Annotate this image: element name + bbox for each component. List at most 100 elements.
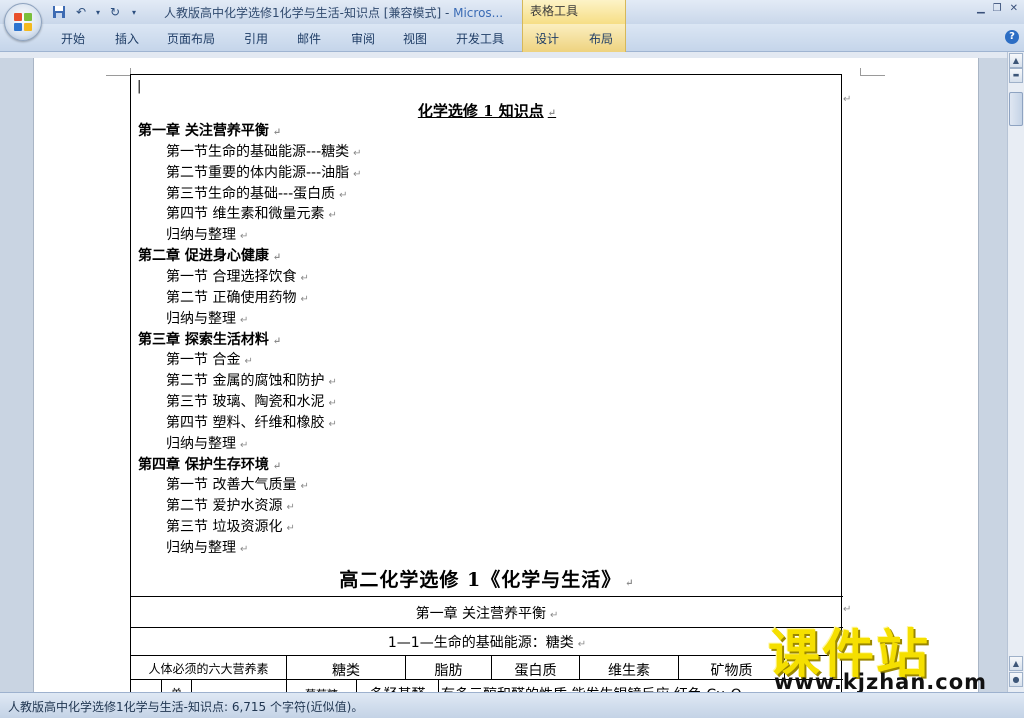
toc-text: 第一章 关注营养平衡 bbox=[138, 123, 269, 139]
kjzhan-watermark: 课件站 www.kjzhan.com bbox=[768, 612, 1008, 694]
save-icon[interactable] bbox=[50, 3, 68, 21]
table-tools-label: 表格工具 bbox=[522, 0, 626, 24]
paragraph-mark: ↵ bbox=[328, 418, 337, 430]
margin-corner-mark bbox=[106, 68, 131, 76]
toc-text: 归纳与整理 bbox=[166, 227, 236, 244]
watermark-url-text: www.kjzhan.com bbox=[774, 670, 988, 694]
toc-text: 第四节 塑料、纤维和橡胶 bbox=[166, 414, 325, 431]
tab-mailings[interactable]: 邮件 bbox=[297, 30, 321, 47]
ribbon-tab-bar: 开始 插入 页面布局 引用 邮件 审阅 视图 开发工具 设计 布局 ? bbox=[0, 24, 1024, 52]
split-icon[interactable]: ▬ bbox=[1009, 68, 1023, 83]
scrollbar-thumb[interactable] bbox=[1009, 92, 1023, 126]
toc-section: 第四节 维生素和微量元素 ↵ bbox=[166, 203, 337, 223]
vertical-scrollbar[interactable]: ▲ ▬ ▲ ● bbox=[1007, 52, 1024, 692]
paragraph-mark: ↵ bbox=[300, 481, 309, 493]
table-chapter-text: 第一章 关注营养平衡 bbox=[415, 606, 547, 622]
table-header-cell: 维生素 bbox=[579, 656, 678, 679]
toc-text: 归纳与整理 bbox=[166, 310, 236, 327]
redo-icon[interactable]: ↻ bbox=[106, 3, 124, 21]
toc-section: 第一节 合理选择饮食 ↵ bbox=[166, 266, 309, 286]
paragraph-mark: ↵ bbox=[328, 210, 337, 222]
title-bar: ↶ ▾ ↻ ▾ 人教版高中化学选修1化学与生活-知识点 [兼容模式] - Mic… bbox=[0, 0, 1024, 24]
tab-home[interactable]: 开始 bbox=[61, 30, 85, 47]
paragraph-mark: ↵ bbox=[328, 377, 337, 389]
tab-view[interactable]: 视图 bbox=[403, 30, 427, 47]
quick-access-toolbar: ↶ ▾ ↻ ▾ bbox=[50, 3, 140, 21]
paragraph-mark: ↵ bbox=[547, 108, 557, 119]
select-browse-object-icon[interactable]: ● bbox=[1009, 672, 1023, 687]
restore-icon[interactable]: ❐ bbox=[993, 3, 1002, 14]
toc-text: 第二章 促进身心健康 bbox=[138, 248, 269, 265]
toc-text: 第四章 保护生存环境 bbox=[138, 456, 269, 473]
toc-text: 归纳与整理 bbox=[166, 540, 236, 556]
toc-text: 第一节 合金 bbox=[166, 352, 241, 369]
document-page[interactable]: | 化学选修 1 知识点 ↵ 第一章 关注营养平衡 ↵ 第一节生命的基础能源---糖类… bbox=[33, 58, 979, 714]
table-header-cell: 脂肪 bbox=[405, 656, 491, 679]
toc-section: 归纳与整理 ↵ bbox=[166, 308, 248, 328]
tab-references[interactable]: 引用 bbox=[244, 30, 268, 47]
status-text[interactable]: 人教版高中化学选修1化学与生活-知识点: 6,715 个字符(近似值)。 bbox=[8, 698, 363, 715]
table-section-row: 1—1—生命的基础能源：糖类 ↵ bbox=[131, 627, 843, 655]
toc-section: 第二节重要的体内能源---油脂 ↵ bbox=[166, 162, 362, 182]
toc-text: 第三节 垃圾资源化 bbox=[166, 519, 283, 536]
undo-dropdown-icon[interactable]: ▾ bbox=[94, 3, 102, 21]
tab-page-layout[interactable]: 页面布局 bbox=[167, 30, 215, 47]
toc-section: 第一节 改善大气质量 ↵ bbox=[166, 474, 309, 494]
paragraph-mark: ↵ bbox=[300, 293, 309, 305]
toc-section: 归纳与整理 ↵ bbox=[166, 433, 248, 453]
tab-insert[interactable]: 插入 bbox=[115, 30, 139, 47]
paragraph-mark: ↵ bbox=[353, 147, 362, 159]
toc-chapter: 第一章 关注营养平衡 ↵ bbox=[138, 120, 281, 140]
toc-text: 第二节重要的体内能源---油脂 bbox=[166, 164, 350, 181]
tab-developer[interactable]: 开发工具 bbox=[456, 30, 504, 47]
document-title: 人教版高中化学选修1化学与生活-知识点 [兼容模式] - bbox=[164, 6, 454, 20]
paragraph-mark: ↵ bbox=[286, 523, 295, 535]
margin-corner-mark bbox=[860, 68, 885, 76]
toc-text: 第二节 爱护水资源 bbox=[166, 498, 283, 515]
course-title: 高二化学选修 1《化学与生活》 ↵ bbox=[131, 565, 843, 592]
paragraph-mark: ↵ bbox=[272, 127, 282, 138]
toc-section: 第一节 合金 ↵ bbox=[166, 349, 253, 369]
toc-chapter: 第四章 保护生存环境 ↵ bbox=[138, 454, 281, 474]
tab-review[interactable]: 审阅 bbox=[351, 30, 375, 47]
toc-text: 第三章 探索生活材料 bbox=[138, 331, 269, 348]
tab-layout[interactable]: 布局 bbox=[589, 30, 613, 47]
close-icon[interactable]: ✕ bbox=[1010, 3, 1018, 14]
toc-text: 归纳与整理 bbox=[166, 435, 236, 452]
paragraph-mark: ↵ bbox=[300, 272, 309, 284]
help-icon[interactable]: ? bbox=[1005, 30, 1019, 44]
window-controls: ▁ ❐ ✕ bbox=[977, 3, 1018, 14]
cell-mark: ↵ bbox=[550, 610, 559, 621]
paragraph-mark: ↵ bbox=[843, 94, 852, 105]
app-name: Micros... bbox=[453, 6, 504, 20]
toc-section: 归纳与整理 ↵ bbox=[166, 224, 248, 244]
office-logo-icon bbox=[14, 13, 32, 31]
toc-text: 第三节 玻璃、陶瓷和水泥 bbox=[166, 394, 325, 411]
toc-text: 第一节 合理选择饮食 bbox=[166, 268, 297, 285]
paragraph-mark: ↵ bbox=[272, 335, 282, 347]
table-header-cell: 蛋白质 bbox=[491, 656, 579, 679]
scroll-up-icon[interactable]: ▲ bbox=[1009, 53, 1023, 68]
tab-design[interactable]: 设计 bbox=[535, 30, 559, 47]
office-button[interactable] bbox=[4, 3, 42, 41]
course-title-text: 高二化学选修 1《化学与生活》 bbox=[339, 569, 622, 591]
paragraph-mark: ↵ bbox=[240, 314, 249, 326]
undo-icon[interactable]: ↶ bbox=[72, 3, 90, 21]
toc-text: 第一节 改善大气质量 bbox=[166, 477, 297, 494]
content-frame[interactable]: | 化学选修 1 知识点 ↵ 第一章 关注营养平衡 ↵ 第一节生命的基础能源---糖类… bbox=[130, 74, 843, 714]
paragraph-mark: ↵ bbox=[272, 252, 282, 264]
status-bar: 人教版高中化学选修1化学与生活-知识点: 6,715 个字符(近似值)。 bbox=[0, 692, 1024, 718]
header-fat: 脂肪 bbox=[434, 663, 463, 679]
toc-section: 第二节 正确使用药物 ↵ bbox=[166, 287, 309, 307]
toc-text: 第一节生命的基础能源---糖类 bbox=[166, 143, 350, 160]
prev-page-icon[interactable]: ▲ bbox=[1009, 656, 1023, 671]
window-title: 人教版高中化学选修1化学与生活-知识点 [兼容模式] - Micros... bbox=[164, 4, 503, 21]
paragraph-mark: ↵ bbox=[272, 460, 282, 472]
table-section-text: 1—1—生命的基础能源：糖类 bbox=[387, 635, 574, 651]
paragraph-mark: ↵ bbox=[625, 578, 635, 589]
document-heading-text: 化学选修 1 知识点 bbox=[417, 102, 544, 120]
toc-text: 第二节 金属的腐蚀和防护 bbox=[166, 373, 325, 390]
customize-toolbar-icon[interactable]: ▾ bbox=[128, 3, 140, 21]
minimize-icon[interactable]: ▁ bbox=[977, 3, 985, 14]
toc-section: 第三节 玻璃、陶瓷和水泥 ↵ bbox=[166, 391, 337, 411]
